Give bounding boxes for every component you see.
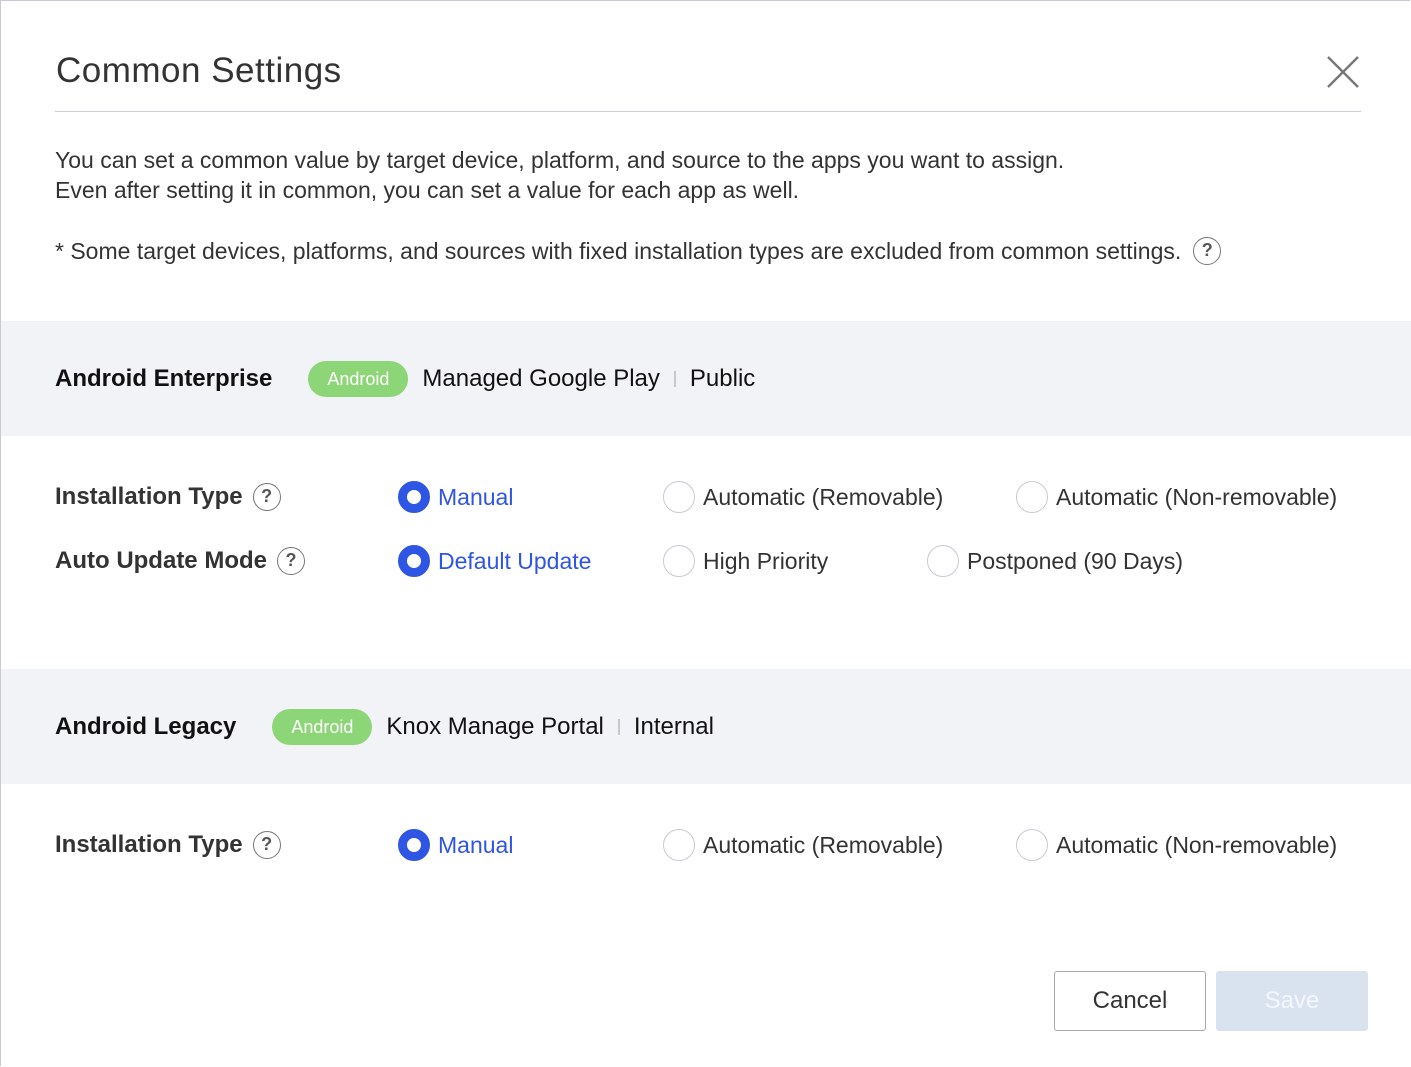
source-label: Managed Google Play: [422, 364, 660, 392]
radio-unchecked-icon[interactable]: [663, 545, 695, 577]
setting-label-text: Installation Type: [55, 483, 243, 510]
radio-option-automatic-non-removable[interactable]: Automatic (Non-removable): [1016, 477, 1337, 517]
radio-checked-icon[interactable]: [398, 481, 430, 513]
save-button[interactable]: Save: [1216, 971, 1368, 1031]
setting-label-text: Auto Update Mode: [55, 547, 267, 574]
source-type-label: Internal: [633, 712, 714, 740]
radio-label: Default Update: [438, 547, 592, 574]
radio-unchecked-icon[interactable]: [1016, 829, 1048, 861]
radio-unchecked-icon[interactable]: [663, 481, 695, 513]
radio-option-automatic-non-removable[interactable]: Automatic (Non-removable): [1016, 825, 1337, 865]
radio-option-default-update[interactable]: Default Update: [398, 541, 591, 581]
section-header-android-enterprise: Android Enterprise Android Managed Googl…: [1, 321, 1411, 436]
section-title: Android Legacy: [55, 712, 237, 740]
close-icon: [1327, 56, 1359, 88]
radio-label: Manual: [438, 483, 514, 510]
radio-label: Automatic (Removable): [703, 483, 944, 510]
radio-option-manual[interactable]: Manual: [398, 477, 513, 517]
radio-label: Automatic (Removable): [703, 831, 944, 858]
common-settings-dialog: Common Settings You can set a common val…: [0, 0, 1411, 1066]
source-type-label: Public: [689, 364, 756, 392]
separator: [617, 718, 620, 735]
radio-checked-icon[interactable]: [398, 829, 430, 861]
help-icon[interactable]: ?: [252, 483, 281, 511]
help-icon[interactable]: ?: [276, 547, 305, 575]
radio-unchecked-icon[interactable]: [927, 545, 959, 577]
radio-label: Postponed (90 Days): [967, 547, 1184, 574]
radio-checked-icon[interactable]: [398, 545, 430, 577]
radio-label: High Priority: [703, 547, 829, 574]
description-line-1: You can set a common value by target dev…: [55, 147, 1065, 173]
radio-label: Automatic (Non-removable): [1056, 831, 1338, 858]
radio-option-high-priority[interactable]: High Priority: [663, 541, 828, 581]
description: You can set a common value by target dev…: [55, 145, 1064, 205]
setting-label: Installation Type ?: [55, 477, 281, 517]
setting-label-text: Installation Type: [55, 831, 243, 858]
platform-badge: Android: [272, 708, 373, 745]
radio-option-manual[interactable]: Manual: [398, 825, 513, 865]
radio-label: Automatic (Non-removable): [1056, 483, 1338, 510]
radio-unchecked-icon[interactable]: [1016, 481, 1048, 513]
description-line-2: Even after setting it in common, you can…: [55, 177, 800, 203]
cancel-button[interactable]: Cancel: [1054, 971, 1206, 1031]
source-label: Knox Manage Portal: [386, 712, 604, 740]
note-text: * Some target devices, platforms, and so…: [55, 238, 1182, 264]
exclusion-note: * Some target devices, platforms, and so…: [55, 236, 1222, 266]
radio-option-postponed[interactable]: Postponed (90 Days): [927, 541, 1183, 581]
setting-row-auto-update-mode: Auto Update Mode ? Default Update High P…: [55, 541, 1395, 581]
setting-label: Installation Type ?: [55, 825, 281, 865]
radio-option-automatic-removable[interactable]: Automatic (Removable): [663, 477, 943, 517]
separator: [673, 370, 676, 387]
help-icon[interactable]: ?: [1193, 237, 1222, 265]
dialog-title: Common Settings: [56, 51, 342, 90]
setting-label: Auto Update Mode ?: [55, 541, 305, 581]
setting-row-installation-type: Installation Type ? Manual Automatic (Re…: [55, 825, 1395, 865]
radio-label: Manual: [438, 831, 514, 858]
platform-badge: Android: [308, 360, 409, 397]
close-button[interactable]: [1326, 55, 1360, 89]
help-icon[interactable]: ?: [252, 831, 281, 859]
radio-option-automatic-removable[interactable]: Automatic (Removable): [663, 825, 943, 865]
section-header-android-legacy: Android Legacy Android Knox Manage Porta…: [1, 669, 1411, 784]
radio-unchecked-icon[interactable]: [663, 829, 695, 861]
dialog-header: Common Settings: [55, 41, 1361, 112]
section-title: Android Enterprise: [55, 364, 273, 392]
setting-row-installation-type: Installation Type ? Manual Automatic (Re…: [55, 477, 1395, 517]
